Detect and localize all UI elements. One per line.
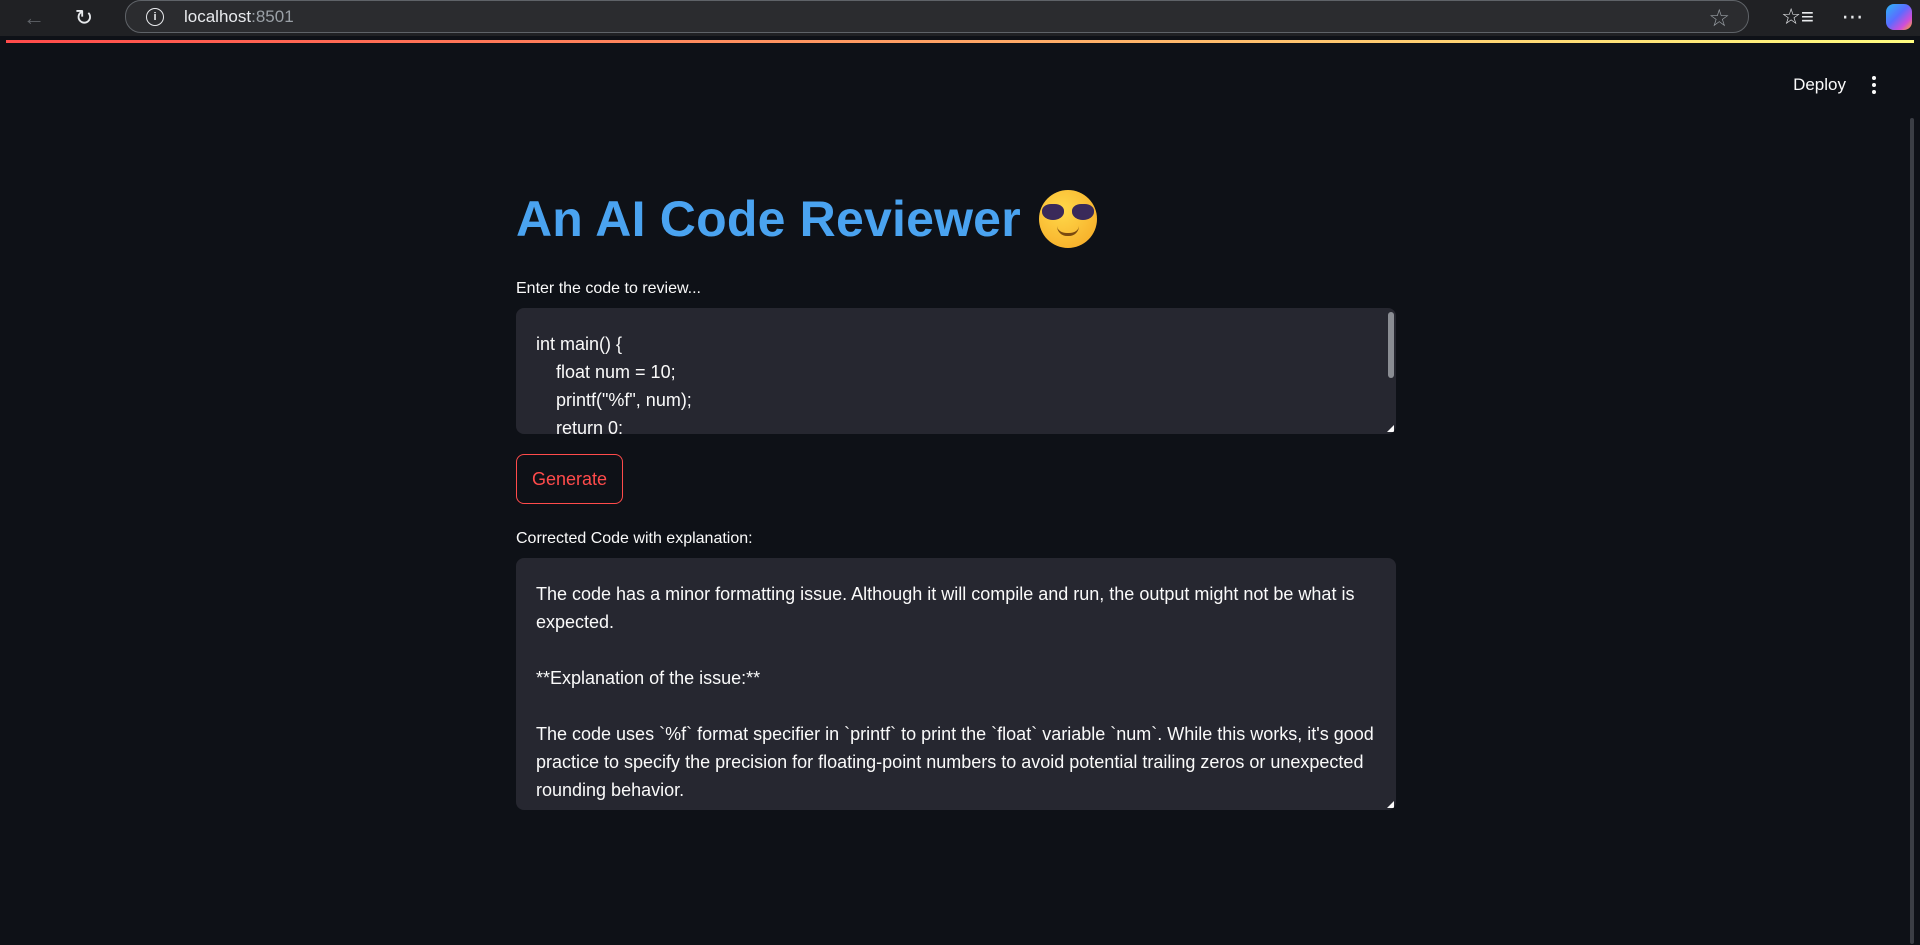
resize-handle-icon[interactable] [1387, 801, 1394, 808]
code-line: printf("%f", num); [536, 390, 692, 410]
page-title: An AI Code Reviewer [516, 186, 1396, 252]
main-menu-icon[interactable] [1868, 72, 1880, 98]
url-text: localhost:8501 [184, 7, 294, 27]
output-content[interactable]: The code has a minor formatting issue. A… [516, 558, 1396, 810]
output-paragraph: The code uses `%f` format specifier in `… [536, 724, 1374, 800]
header-decoration [6, 40, 1914, 43]
output-label: Corrected Code with explanation: [516, 530, 753, 547]
info-icon[interactable]: i [146, 7, 164, 26]
copilot-icon[interactable] [1886, 3, 1912, 30]
browser-tools: ☆≡ ⋯ [1770, 0, 1920, 33]
sunglasses-emoji-icon [1038, 190, 1097, 248]
browser-toolbar: ← ↻ i localhost:8501 ☆ ☆≡ ⋯ [0, 0, 1920, 36]
generate-button[interactable]: Generate [516, 454, 624, 504]
url-port: :8501 [251, 6, 294, 26]
resize-handle-icon[interactable] [1387, 425, 1394, 432]
deploy-button[interactable]: Deploy [1793, 75, 1846, 95]
code-input-content[interactable]: int main() { float num = 10; printf("%f"… [516, 308, 1396, 434]
page-title-text: An AI Code Reviewer [516, 191, 1021, 247]
code-input-textarea[interactable]: int main() { float num = 10; printf("%f"… [516, 308, 1396, 434]
url-host: localhost [184, 6, 252, 26]
code-line: float num = 10; [536, 362, 676, 382]
reload-icon[interactable]: ↻ [64, 2, 104, 34]
main-content: An AI Code Reviewer Enter the code to re… [516, 186, 1396, 810]
back-arrow-icon[interactable]: ← [14, 2, 54, 34]
code-input-scrollbar[interactable] [1388, 312, 1394, 378]
page-scrollbar[interactable] [1910, 118, 1914, 944]
star-icon[interactable]: ☆ [1708, 4, 1730, 33]
favorites-icon[interactable]: ☆≡ [1770, 4, 1825, 30]
code-input-label: Enter the code to review... [516, 280, 701, 297]
code-line: return 0; [536, 418, 624, 434]
output-textarea[interactable]: The code has a minor formatting issue. A… [516, 558, 1396, 810]
code-line: int main() { [536, 334, 623, 354]
output-paragraph: **Explanation of the issue:** [536, 668, 761, 688]
more-menu-icon[interactable]: ⋯ [1825, 4, 1880, 30]
address-bar[interactable]: i localhost:8501 ☆ [125, 0, 1749, 33]
app-header-toolbar: Deploy [1793, 72, 1880, 98]
output-paragraph: The code has a minor formatting issue. A… [536, 584, 1355, 632]
